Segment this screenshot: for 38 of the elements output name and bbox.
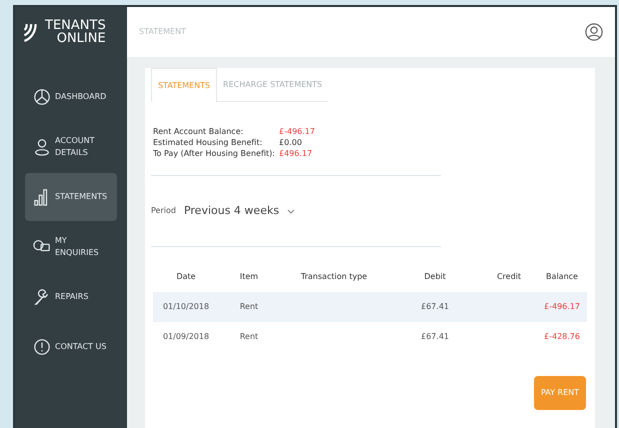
nav-item[interactable]: STATEMENTS [25, 173, 117, 221]
summary-label: To Pay (After Housing Benefit): [153, 148, 276, 159]
column-header: Item [238, 271, 260, 283]
summary-value: £496.17 [279, 148, 312, 159]
logo-icon [23, 22, 37, 42]
summary-value: £-496.17 [279, 126, 315, 137]
period-dropdown[interactable]: Previous 4 weeks [184, 202, 296, 220]
person-icon [33, 138, 51, 156]
logo-text: TENANTS [45, 19, 106, 32]
wrench-icon [33, 288, 51, 306]
table-cell-text: Rent [238, 301, 260, 313]
table-cell-text: £67.41 [420, 301, 450, 313]
user-icon[interactable] [585, 23, 603, 41]
table-cell-text: 01/09/2018 [162, 331, 210, 343]
table-cell-text: 01/10/2018 [162, 301, 210, 313]
page-title: STATEMENT [139, 26, 186, 38]
table-cell-text: Rent [238, 331, 260, 343]
column-header: Debit [423, 271, 447, 283]
period-label: Period [151, 205, 176, 217]
column-header: Date [175, 271, 197, 283]
column-header: Balance [545, 271, 579, 283]
column-header: Transaction type [300, 271, 368, 283]
nav-item[interactable]: ACCOUNT DETAILS [25, 123, 117, 171]
nav-item[interactable]: CONTACT US [25, 323, 117, 371]
logo-text: ONLINE [56, 32, 106, 45]
table-cell-text: £-496.17 [543, 301, 581, 313]
summary-label: Rent Account Balance: [153, 126, 244, 137]
table-cell-text: £67.41 [420, 331, 450, 343]
summary-label: Estimated Housing Benefit: [153, 137, 264, 148]
table-cell-text: £-428.76 [543, 331, 581, 343]
summary-value: £0.00 [279, 137, 302, 148]
alert-icon [33, 338, 51, 356]
nav-item[interactable]: MY ENQUIRIES [25, 223, 117, 271]
column-header: Credit [496, 271, 522, 283]
chevron-down-icon [287, 208, 296, 214]
nav-item[interactable]: REPAIRS [25, 273, 117, 321]
nav-item[interactable]: DASHBOARD [25, 73, 117, 121]
pie-chart-icon [33, 88, 51, 106]
